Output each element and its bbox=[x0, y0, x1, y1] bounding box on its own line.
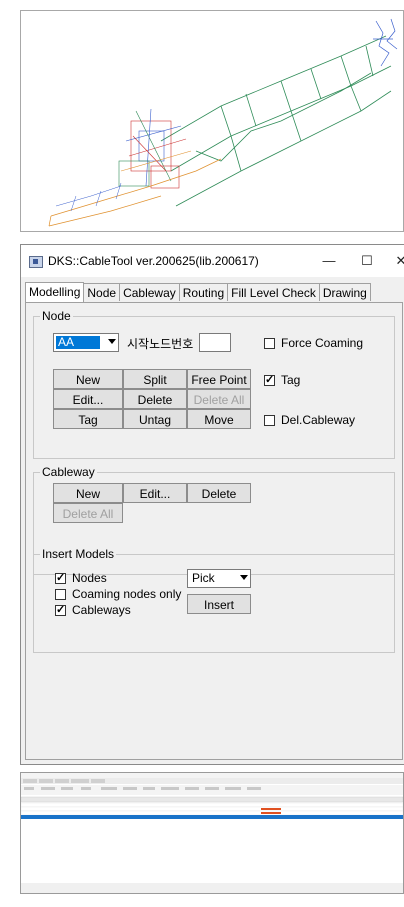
force-coaming-box bbox=[264, 338, 275, 349]
title-bar[interactable]: DKS::CableTool ver.200625(lib.200617) — … bbox=[21, 245, 404, 277]
tag-box bbox=[264, 373, 275, 387]
node-delete-all-button[interactable]: Delete All bbox=[187, 389, 251, 409]
insert-nodes-label: Nodes bbox=[72, 571, 107, 585]
tab-routing[interactable]: Routing bbox=[178, 283, 229, 301]
del-cableway-checkbox[interactable]: Del.Cableway bbox=[264, 413, 355, 427]
chevron-down-icon bbox=[108, 339, 116, 344]
insert-nodes-box bbox=[55, 571, 66, 585]
tag-label: Tag bbox=[281, 373, 301, 387]
node-delete-button[interactable]: Delete bbox=[123, 389, 187, 409]
node-new-button[interactable]: New bbox=[53, 369, 123, 389]
window-title: DKS::CableTool ver.200625(lib.200617) bbox=[48, 254, 259, 268]
insert-button[interactable]: Insert bbox=[187, 594, 251, 614]
start-node-input[interactable] bbox=[199, 333, 231, 352]
close-button[interactable]: ✕ bbox=[391, 251, 404, 271]
cable-list-thumbnail-drawing bbox=[21, 773, 403, 893]
cableway-edit-button[interactable]: Edit... bbox=[123, 483, 187, 503]
insert-models-legend: Insert Models bbox=[42, 547, 115, 561]
ship-model-drawing bbox=[48, 18, 398, 227]
minimize-button[interactable]: — bbox=[319, 251, 339, 271]
chevron-down-icon bbox=[240, 575, 248, 580]
tab-drawing[interactable]: Drawing bbox=[318, 283, 371, 301]
app-icon bbox=[29, 256, 43, 268]
node-split-button[interactable]: Split bbox=[123, 369, 187, 389]
cableway-delete-button[interactable]: Delete bbox=[187, 483, 251, 503]
maximize-button[interactable]: ☐ bbox=[357, 251, 377, 271]
coaming-only-checkbox[interactable]: Coaming nodes only bbox=[55, 587, 181, 601]
node-type-value: AA bbox=[56, 336, 100, 349]
node-untag-button[interactable]: Untag bbox=[123, 409, 187, 429]
insert-cableways-checkbox[interactable]: Cableways bbox=[55, 603, 131, 617]
cable-list-window-thumbnail bbox=[20, 772, 404, 894]
node-group-legend: Node bbox=[42, 309, 71, 323]
tab-fill-level-check[interactable]: Fill Level Check bbox=[227, 283, 320, 301]
del-cableway-box bbox=[264, 415, 275, 426]
insert-mode-combo[interactable]: Pick bbox=[187, 569, 251, 588]
node-type-combo[interactable]: AA bbox=[53, 333, 119, 352]
tab-strip: Modelling Node Cableway Routing Fill Level C… bbox=[25, 282, 371, 302]
force-coaming-label: Force Coaming bbox=[281, 336, 364, 350]
tag-checkbox[interactable]: Tag bbox=[264, 373, 300, 387]
insert-cableways-box bbox=[55, 603, 66, 617]
free-point-button[interactable]: Free Point bbox=[187, 369, 251, 389]
start-node-label: 시작노드번호 bbox=[127, 337, 194, 351]
insert-mode-value: Pick bbox=[192, 571, 215, 585]
cableway-new-button[interactable]: New bbox=[53, 483, 123, 503]
node-edit-button[interactable]: Edit... bbox=[53, 389, 123, 409]
node-move-button[interactable]: Move bbox=[187, 409, 251, 429]
modelling-panel: Node AA 시작노드번호 Force Coaming New Split F… bbox=[25, 302, 403, 760]
model-viewport[interactable] bbox=[20, 10, 404, 232]
insert-cableways-label: Cableways bbox=[72, 603, 131, 617]
force-coaming-checkbox[interactable]: Force Coaming bbox=[264, 336, 363, 350]
tab-modelling[interactable]: Modelling bbox=[25, 282, 85, 302]
coaming-only-label: Coaming nodes only bbox=[72, 587, 182, 601]
coaming-only-box bbox=[55, 589, 66, 600]
insert-nodes-checkbox[interactable]: Nodes bbox=[55, 571, 107, 585]
cableway-group-legend: Cableway bbox=[42, 465, 95, 479]
del-cableway-label: Del.Cableway bbox=[281, 413, 356, 427]
cabletool-window: DKS::CableTool ver.200625(lib.200617) — … bbox=[20, 244, 404, 765]
cableway-delete-all-button[interactable]: Delete All bbox=[53, 503, 123, 523]
tab-node[interactable]: Node bbox=[83, 283, 121, 301]
tab-cableway[interactable]: Cableway bbox=[119, 283, 180, 301]
node-tag-button[interactable]: Tag bbox=[53, 409, 123, 429]
